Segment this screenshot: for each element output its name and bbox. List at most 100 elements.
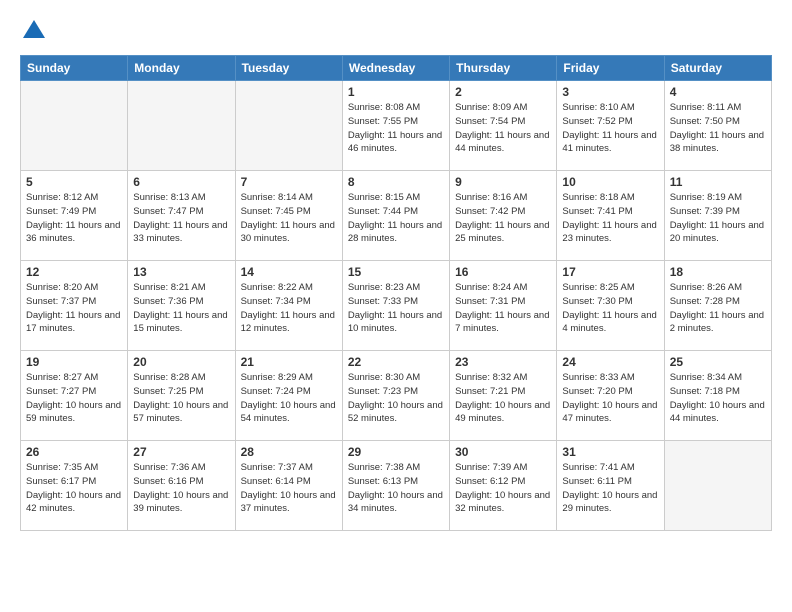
day-info: Sunrise: 8:11 AM Sunset: 7:50 PM Dayligh… [670,101,766,156]
calendar-cell: 19 Sunrise: 8:27 AM Sunset: 7:27 PM Dayli… [21,351,128,441]
calendar-cell: 12Sunrise: 8:20 AM Sunset: 7:37 PM Dayli… [21,261,128,351]
weekday-header-wednesday: Wednesday [342,56,449,81]
day-number: 24 [562,355,658,369]
calendar-cell: 20 Sunrise: 8:28 AM Sunset: 7:25 PM Dayli… [128,351,235,441]
calendar-week-row: 26 Sunrise: 7:35 AM Sunset: 6:17 PM Dayli… [21,441,772,531]
day-number: 17 [562,265,658,279]
day-info: Sunrise: 8:08 AM Sunset: 7:55 PM Dayligh… [348,101,444,156]
day-number: 19 [26,355,122,369]
calendar-cell: 30Sunrise: 7:39 AM Sunset: 6:12 PM Dayli… [450,441,557,531]
day-info: Sunrise: 8:18 AM Sunset: 7:41 PM Dayligh… [562,191,658,246]
calendar-cell: 5Sunrise: 8:12 AM Sunset: 7:49 PM Daylig… [21,171,128,261]
day-number: 5 [26,175,122,189]
calendar-cell: 23Sunrise: 8:32 AM Sunset: 7:21 PM Dayli… [450,351,557,441]
day-info: Sunrise: 8:09 AM Sunset: 7:54 PM Dayligh… [455,101,551,156]
calendar-cell: 11 Sunrise: 8:19 AM Sunset: 7:39 PM Dayli… [664,171,771,261]
day-info: Sunrise: 8:21 AM Sunset: 7:36 PM Dayligh… [133,281,229,336]
calendar-week-row: 19 Sunrise: 8:27 AM Sunset: 7:27 PM Dayli… [21,351,772,441]
day-info: Sunrise: 8:19 AM Sunset: 7:39 PM Dayligh… [670,191,766,246]
day-info: Sunrise: 8:29 AM Sunset: 7:24 PM Dayligh… [241,371,337,426]
calendar-cell: 6 Sunrise: 8:13 AM Sunset: 7:47 PM Daylig… [128,171,235,261]
day-number: 15 [348,265,444,279]
day-number: 2 [455,85,551,99]
calendar-cell: 26 Sunrise: 7:35 AM Sunset: 6:17 PM Dayli… [21,441,128,531]
day-number: 18 [670,265,766,279]
day-info: Sunrise: 7:36 AM Sunset: 6:16 PM Dayligh… [133,461,229,516]
day-info: Sunrise: 8:33 AM Sunset: 7:20 PM Dayligh… [562,371,658,426]
logo-icon [23,18,45,45]
day-info: Sunrise: 8:14 AM Sunset: 7:45 PM Dayligh… [241,191,337,246]
logo [20,18,45,45]
day-info: Sunrise: 8:23 AM Sunset: 7:33 PM Dayligh… [348,281,444,336]
day-info: Sunrise: 7:35 AM Sunset: 6:17 PM Dayligh… [26,461,122,516]
day-info: Sunrise: 8:16 AM Sunset: 7:42 PM Dayligh… [455,191,551,246]
calendar-table: SundayMondayTuesdayWednesdayThursdayFrid… [20,55,772,531]
day-number: 1 [348,85,444,99]
day-number: 31 [562,445,658,459]
calendar-cell: 4 Sunrise: 8:11 AM Sunset: 7:50 PM Daylig… [664,81,771,171]
day-number: 28 [241,445,337,459]
calendar-cell: 29 Sunrise: 7:38 AM Sunset: 6:13 PM Dayli… [342,441,449,531]
day-number: 20 [133,355,229,369]
weekday-header-sunday: Sunday [21,56,128,81]
calendar-cell: 14 Sunrise: 8:22 AM Sunset: 7:34 PM Dayli… [235,261,342,351]
calendar-cell: 2 Sunrise: 8:09 AM Sunset: 7:54 PM Daylig… [450,81,557,171]
day-number: 22 [348,355,444,369]
header [20,18,772,45]
day-info: Sunrise: 8:24 AM Sunset: 7:31 PM Dayligh… [455,281,551,336]
day-number: 13 [133,265,229,279]
calendar-cell: 18 Sunrise: 8:26 AM Sunset: 7:28 PM Dayli… [664,261,771,351]
day-number: 4 [670,85,766,99]
day-number: 27 [133,445,229,459]
day-info: Sunrise: 8:22 AM Sunset: 7:34 PM Dayligh… [241,281,337,336]
calendar-cell: 13 Sunrise: 8:21 AM Sunset: 7:36 PM Dayli… [128,261,235,351]
calendar-cell: 7 Sunrise: 8:14 AM Sunset: 7:45 PM Daylig… [235,171,342,261]
calendar-cell [21,81,128,171]
day-number: 29 [348,445,444,459]
calendar-cell: 1 Sunrise: 8:08 AM Sunset: 7:55 PM Daylig… [342,81,449,171]
day-number: 14 [241,265,337,279]
day-info: Sunrise: 8:26 AM Sunset: 7:28 PM Dayligh… [670,281,766,336]
day-number: 30 [455,445,551,459]
calendar-cell: 31Sunrise: 7:41 AM Sunset: 6:11 PM Dayli… [557,441,664,531]
day-info: Sunrise: 7:38 AM Sunset: 6:13 PM Dayligh… [348,461,444,516]
calendar-cell [235,81,342,171]
day-info: Sunrise: 8:27 AM Sunset: 7:27 PM Dayligh… [26,371,122,426]
day-info: Sunrise: 8:34 AM Sunset: 7:18 PM Dayligh… [670,371,766,426]
calendar-cell: 25Sunrise: 8:34 AM Sunset: 7:18 PM Dayli… [664,351,771,441]
day-number: 6 [133,175,229,189]
day-number: 11 [670,175,766,189]
day-number: 3 [562,85,658,99]
day-info: Sunrise: 8:10 AM Sunset: 7:52 PM Dayligh… [562,101,658,156]
calendar-week-row: 5Sunrise: 8:12 AM Sunset: 7:49 PM Daylig… [21,171,772,261]
calendar-cell: 3 Sunrise: 8:10 AM Sunset: 7:52 PM Daylig… [557,81,664,171]
day-number: 9 [455,175,551,189]
day-number: 16 [455,265,551,279]
day-number: 12 [26,265,122,279]
day-number: 26 [26,445,122,459]
calendar-cell: 8Sunrise: 8:15 AM Sunset: 7:44 PM Daylig… [342,171,449,261]
day-info: Sunrise: 8:32 AM Sunset: 7:21 PM Dayligh… [455,371,551,426]
calendar-cell: 15 Sunrise: 8:23 AM Sunset: 7:33 PM Dayli… [342,261,449,351]
weekday-header-friday: Friday [557,56,664,81]
day-info: Sunrise: 8:13 AM Sunset: 7:47 PM Dayligh… [133,191,229,246]
calendar-week-row: 1 Sunrise: 8:08 AM Sunset: 7:55 PM Daylig… [21,81,772,171]
day-info: Sunrise: 7:37 AM Sunset: 6:14 PM Dayligh… [241,461,337,516]
calendar-cell: 24 Sunrise: 8:33 AM Sunset: 7:20 PM Dayli… [557,351,664,441]
page: SundayMondayTuesdayWednesdayThursdayFrid… [0,0,792,612]
day-number: 10 [562,175,658,189]
calendar-cell [664,441,771,531]
day-info: Sunrise: 8:28 AM Sunset: 7:25 PM Dayligh… [133,371,229,426]
weekday-header-saturday: Saturday [664,56,771,81]
calendar-cell: 17Sunrise: 8:25 AM Sunset: 7:30 PM Dayli… [557,261,664,351]
day-number: 7 [241,175,337,189]
calendar-cell: 22 Sunrise: 8:30 AM Sunset: 7:23 PM Dayli… [342,351,449,441]
calendar-week-row: 12Sunrise: 8:20 AM Sunset: 7:37 PM Dayli… [21,261,772,351]
calendar-cell: 28 Sunrise: 7:37 AM Sunset: 6:14 PM Dayli… [235,441,342,531]
calendar-cell: 27 Sunrise: 7:36 AM Sunset: 6:16 PM Dayli… [128,441,235,531]
weekday-header-tuesday: Tuesday [235,56,342,81]
calendar-cell: 10 Sunrise: 8:18 AM Sunset: 7:41 PM Dayli… [557,171,664,261]
calendar-header-row: SundayMondayTuesdayWednesdayThursdayFrid… [21,56,772,81]
day-info: Sunrise: 8:30 AM Sunset: 7:23 PM Dayligh… [348,371,444,426]
calendar-cell: 9 Sunrise: 8:16 AM Sunset: 7:42 PM Daylig… [450,171,557,261]
